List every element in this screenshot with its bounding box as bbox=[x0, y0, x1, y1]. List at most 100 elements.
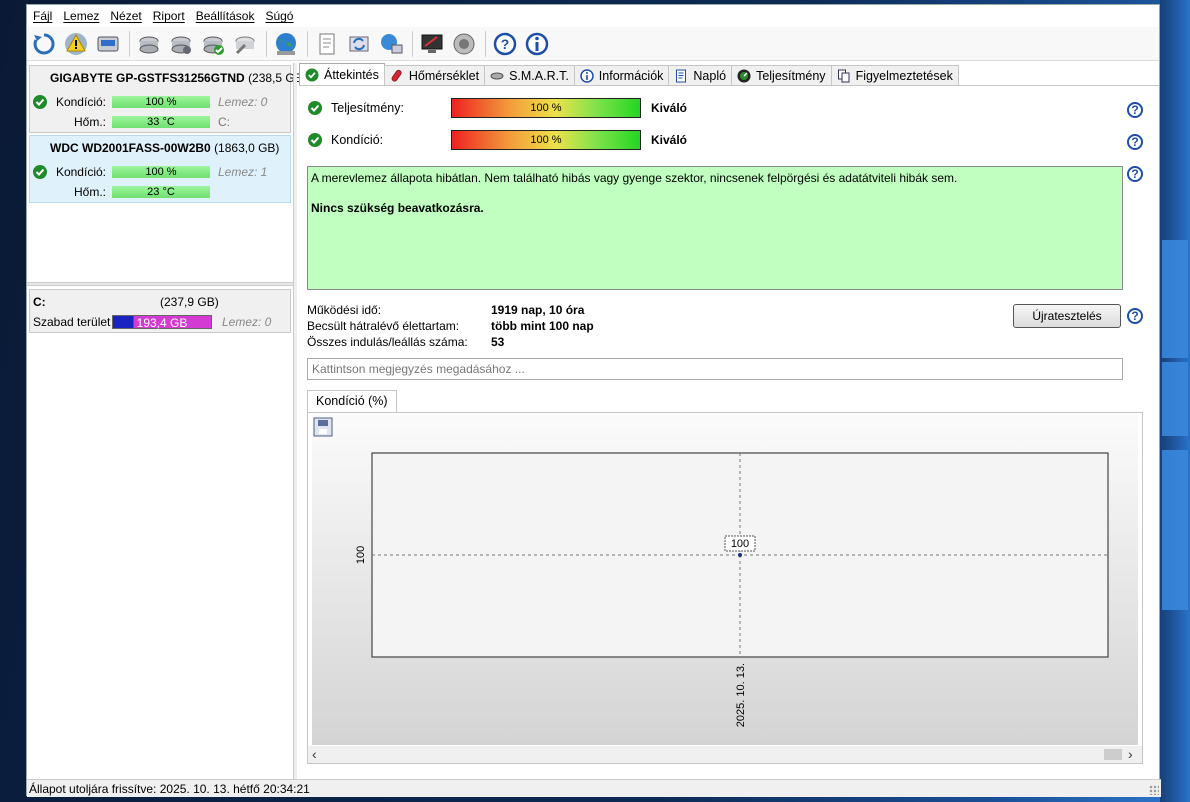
svg-text:?: ? bbox=[501, 36, 510, 52]
chart-horizontal-scrollbar[interactable]: ‹ › bbox=[308, 746, 1142, 763]
check-ok-icon bbox=[308, 101, 322, 115]
disk-name: WDC WD2001FASS-00W2B0 (1863,0 GB) bbox=[50, 141, 280, 155]
condition-bar: 100 % bbox=[112, 166, 210, 178]
check-ok-icon bbox=[305, 68, 319, 82]
disk-settings-button-2[interactable] bbox=[166, 29, 196, 59]
check-ok-icon bbox=[33, 165, 47, 179]
resize-grip[interactable] bbox=[1149, 785, 1159, 795]
toolbar-separator bbox=[307, 30, 308, 57]
toolbar-separator bbox=[266, 30, 267, 57]
sync-icon bbox=[349, 36, 369, 51]
disk-button[interactable] bbox=[93, 29, 123, 59]
chart-tab-condition[interactable]: Kondíció (%) bbox=[307, 390, 397, 412]
alerts-button[interactable] bbox=[61, 29, 91, 59]
network-button[interactable] bbox=[376, 29, 406, 59]
disk-entry-1[interactable]: WDC WD2001FASS-00W2B0 (1863,0 GB) Kondíc… bbox=[29, 135, 291, 203]
temperature-label: Hőm.: bbox=[73, 185, 106, 199]
tab-bar: Áttekintés Hőmérséklet S.M.A.R.T. Inform… bbox=[299, 63, 959, 86]
menu-bar: Fájl Lemez Nézet Riport Beállítások Súgó bbox=[27, 5, 1159, 27]
check-ok-icon bbox=[33, 95, 47, 109]
chart-area: 100 2025. 10. 13. 100 bbox=[312, 415, 1138, 745]
condition-help-icon[interactable]: ? bbox=[1127, 134, 1143, 150]
condition-row: Kondíció: 100 % Kiváló bbox=[307, 130, 1157, 150]
free-space-bar: 193,4 GB bbox=[112, 315, 212, 330]
tab-label: Információk bbox=[598, 69, 664, 83]
retest-help-icon[interactable]: ? bbox=[1127, 308, 1143, 324]
save-icon-shutter bbox=[318, 420, 328, 426]
warning-icon bbox=[65, 32, 87, 55]
sound-button[interactable] bbox=[449, 29, 479, 59]
tab-information[interactable]: Információk bbox=[573, 65, 670, 86]
toolbar-separator bbox=[129, 30, 130, 57]
disk-settings-icon bbox=[171, 36, 191, 54]
tab-overview[interactable]: Áttekintés bbox=[299, 63, 385, 86]
volume-size: (237,9 GB) bbox=[160, 295, 219, 309]
thermometer-icon bbox=[391, 69, 402, 82]
menu-file[interactable]: Fájl bbox=[31, 9, 61, 23]
help-button[interactable]: ? bbox=[490, 29, 520, 59]
tab-performance[interactable]: Teljesítmény bbox=[731, 65, 832, 86]
menu-settings[interactable]: Beállítások bbox=[194, 9, 264, 23]
retest-button[interactable]: Újratesztelés bbox=[1013, 304, 1121, 328]
scroll-right-arrow[interactable]: › bbox=[1128, 746, 1133, 762]
tab-alerts[interactable]: Figyelmeztetések bbox=[830, 65, 959, 86]
starts-value: 53 bbox=[491, 335, 505, 349]
temperature-bar: 33 °C bbox=[112, 116, 210, 128]
data-label: 100 bbox=[731, 538, 749, 550]
tab-label: Teljesítmény bbox=[756, 69, 826, 83]
condition-label: Kondíció: bbox=[331, 133, 384, 147]
about-button[interactable] bbox=[522, 29, 552, 59]
scroll-thumb[interactable] bbox=[1104, 749, 1122, 760]
message-help-icon[interactable]: ? bbox=[1127, 166, 1143, 182]
help-icon: ? bbox=[493, 32, 517, 55]
disk-check-button[interactable] bbox=[198, 29, 228, 59]
lifetime-value: több mint 100 nap bbox=[491, 319, 594, 333]
status-message-box: A merevlemez állapota hibátlan. Nem talá… bbox=[307, 166, 1123, 290]
refresh-button[interactable] bbox=[29, 29, 59, 59]
panel-divider[interactable] bbox=[293, 63, 297, 779]
temperature-row: Hőm.: 33 °C C: bbox=[30, 114, 290, 130]
disk-entry-0[interactable]: GIGABYTE GP-GSTFS31256GTND (238,5 GB Kon… bbox=[29, 65, 303, 133]
performance-bar: 100 % bbox=[451, 98, 641, 118]
temperature-bar: 23 °C bbox=[112, 186, 210, 198]
scroll-left-arrow[interactable]: ‹ bbox=[312, 746, 317, 762]
performance-label: Teljesítmény: bbox=[331, 101, 404, 115]
condition-row: Kondíció: 100 % Lemez: 1 bbox=[30, 164, 290, 180]
speaker-icon bbox=[453, 33, 475, 54]
volume-entry[interactable]: C: (237,9 GB) Szabad terület 193,4 GB Le… bbox=[29, 289, 291, 333]
menu-view[interactable]: Nézet bbox=[108, 9, 150, 23]
tab-temperature[interactable]: Hőmérséklet bbox=[383, 65, 486, 86]
menu-help[interactable]: Súgó bbox=[263, 9, 302, 23]
menu-report[interactable]: Riport bbox=[151, 9, 194, 23]
tab-label: Áttekintés bbox=[324, 68, 379, 82]
web-button[interactable] bbox=[271, 29, 301, 59]
note-input[interactable]: Kattintson megjegyzés megadásához ... bbox=[307, 358, 1123, 380]
panel-splitter[interactable] bbox=[27, 282, 293, 286]
app-window: Fájl Lemez Nézet Riport Beállítások Súgó… bbox=[26, 4, 1161, 797]
sync-button[interactable] bbox=[344, 29, 374, 59]
y-tick-label: 100 bbox=[355, 546, 367, 564]
menu-disk[interactable]: Lemez bbox=[61, 9, 108, 23]
disk-tool-button[interactable] bbox=[230, 29, 260, 59]
disk-settings-button-1[interactable] bbox=[134, 29, 164, 59]
check-ok-icon bbox=[308, 133, 322, 147]
tab-label: Napló bbox=[693, 69, 727, 83]
tab-smart[interactable]: S.M.A.R.T. bbox=[484, 65, 575, 86]
data-point bbox=[738, 553, 742, 557]
report-button[interactable] bbox=[312, 29, 342, 59]
document-icon bbox=[676, 69, 687, 83]
volume-name: C: bbox=[33, 295, 46, 309]
info-icon bbox=[525, 32, 549, 55]
uptime-label: Működési idő: bbox=[307, 303, 382, 317]
free-space-label: Szabad terület bbox=[33, 315, 111, 329]
toolbar-separator bbox=[412, 30, 413, 57]
disk-name: GIGABYTE GP-GSTFS31256GTND (238,5 GB bbox=[50, 71, 303, 85]
disk-tool-icon bbox=[235, 36, 255, 54]
performance-help-icon[interactable]: ? bbox=[1127, 102, 1143, 118]
monitor-button[interactable] bbox=[417, 29, 447, 59]
condition-bar: 100 % bbox=[112, 96, 210, 108]
tab-log[interactable]: Napló bbox=[668, 65, 733, 86]
disk-index-hint: Lemez: 1 bbox=[218, 165, 268, 179]
info-icon bbox=[580, 69, 594, 83]
toolbar: ? bbox=[27, 27, 1159, 61]
